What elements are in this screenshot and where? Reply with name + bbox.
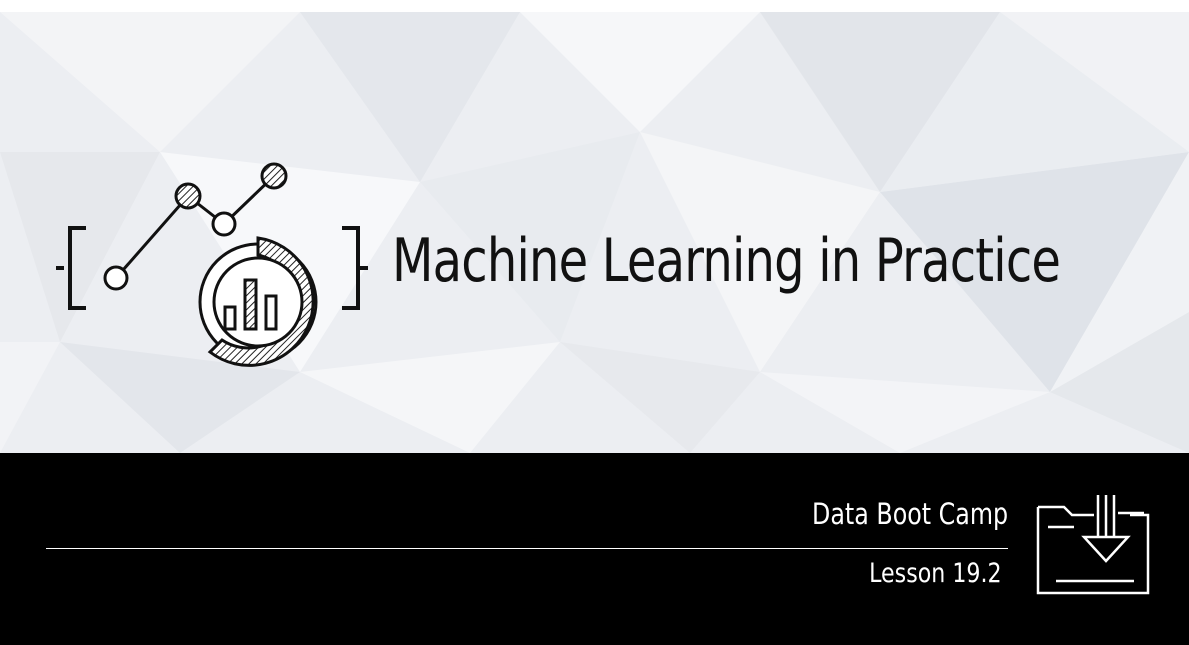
slide-footer-band: Data Boot Camp Lesson 19.2 (0, 453, 1189, 645)
course-name: Data Boot Camp (811, 497, 1008, 531)
ml-analytics-logo-icon (56, 162, 368, 367)
footer-divider (46, 548, 1008, 549)
folder-download-icon (1036, 495, 1150, 595)
slide-title: Machine Learning in Practice (392, 226, 1061, 296)
lesson-number: Lesson 19.2 (869, 558, 1002, 589)
slide-title-area: Machine Learning in Practice (0, 12, 1189, 453)
